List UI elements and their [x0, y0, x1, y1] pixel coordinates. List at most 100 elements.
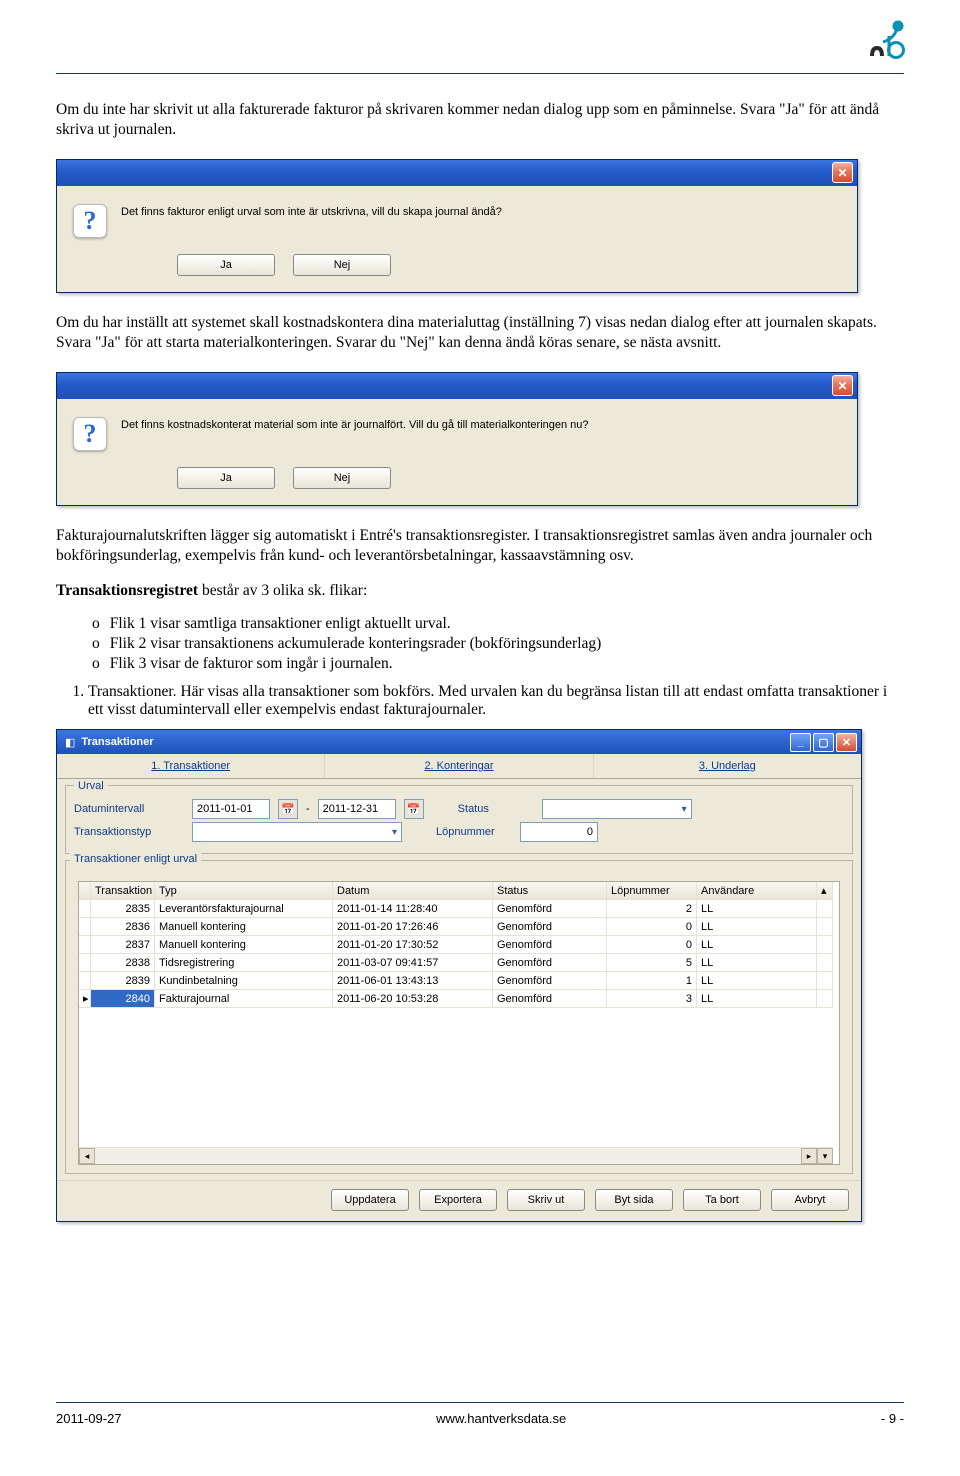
cell-id[interactable]: 2838	[91, 954, 155, 972]
dialog-material-konto: ✕ ? Det finns kostnadskonterat material …	[56, 372, 858, 506]
cell-status[interactable]: Genomförd	[493, 918, 607, 936]
cell-id[interactable]: 2837	[91, 936, 155, 954]
col-status[interactable]: Status	[493, 882, 607, 900]
bytsida-button[interactable]: Byt sida	[595, 1189, 673, 1211]
footer-page: - 9 -	[881, 1411, 904, 1426]
chevron-down-icon: ▾	[392, 827, 397, 838]
cell-lop[interactable]: 0	[607, 918, 697, 936]
question-icon: ?	[73, 417, 107, 451]
question-icon: ?	[73, 204, 107, 238]
dialog-message: Det finns kostnadskonterat material som …	[121, 417, 841, 431]
minimize-icon[interactable]: _	[790, 733, 811, 752]
row-selector[interactable]: ▸	[79, 990, 91, 1008]
row-gutter	[79, 936, 91, 954]
dialog-print-journal: ✕ ? Det finns fakturor enligt urval som …	[56, 159, 858, 293]
cell-id[interactable]: 2836	[91, 918, 155, 936]
calendar-icon[interactable]: 📅	[404, 799, 424, 819]
cell-typ[interactable]: Tidsregistrering	[155, 954, 333, 972]
table-whitespace	[79, 1008, 833, 1148]
footer-date: 2011-09-27	[56, 1411, 122, 1426]
cell-user[interactable]: LL	[697, 936, 817, 954]
cell-status[interactable]: Genomförd	[493, 972, 607, 990]
paragraph-1: Om du inte har skrivit ut alla fakturera…	[56, 100, 904, 141]
cell-id[interactable]: 2835	[91, 900, 155, 918]
cell-status[interactable]: Genomförd	[493, 954, 607, 972]
scroll-left-icon[interactable]: ◂	[79, 1148, 95, 1164]
cell-datum[interactable]: 2011-01-20 17:30:52	[333, 936, 493, 954]
tab-transaktioner[interactable]: 1. Transaktioner	[57, 754, 325, 778]
calendar-icon[interactable]: 📅	[278, 799, 298, 819]
yes-button[interactable]: Ja	[177, 254, 275, 276]
no-button[interactable]: Nej	[293, 467, 391, 489]
avbryt-button[interactable]: Avbryt	[771, 1189, 849, 1211]
yes-button[interactable]: Ja	[177, 467, 275, 489]
cell-user[interactable]: LL	[697, 972, 817, 990]
skrivut-button[interactable]: Skriv ut	[507, 1189, 585, 1211]
cell-lop[interactable]: 1	[607, 972, 697, 990]
cell-user[interactable]: LL	[697, 990, 817, 1008]
close-icon[interactable]: ✕	[832, 375, 853, 396]
status-select[interactable]: ▾	[542, 799, 692, 819]
cell-typ[interactable]: Leverantörsfakturajournal	[155, 900, 333, 918]
horizontal-scrollbar[interactable]: ◂ ▸ ▾	[79, 1148, 833, 1164]
cell-datum[interactable]: 2011-01-14 11:28:40	[333, 900, 493, 918]
scroll-down-icon[interactable]: ▾	[817, 1148, 833, 1164]
chevron-down-icon: ▾	[682, 804, 687, 815]
row-gutter	[79, 918, 91, 936]
tab-underlag[interactable]: 3. Underlag	[594, 754, 861, 778]
label-datum: Datumintervall	[74, 803, 184, 815]
cell-id[interactable]: 2839	[91, 972, 155, 990]
cell-typ[interactable]: Fakturajournal	[155, 990, 333, 1008]
col-datum[interactable]: Datum	[333, 882, 493, 900]
cell-status[interactable]: Genomförd	[493, 936, 607, 954]
cell-typ[interactable]: Kundinbetalning	[155, 972, 333, 990]
tab-konteringar[interactable]: 2. Konteringar	[325, 754, 593, 778]
scroll-track[interactable]	[95, 1148, 801, 1164]
dialog-message: Det finns fakturor enligt urval som inte…	[121, 204, 841, 218]
vscroll-cell	[817, 954, 833, 972]
cell-datum[interactable]: 2011-01-20 17:26:46	[333, 918, 493, 936]
uppdatera-button[interactable]: Uppdatera	[331, 1189, 409, 1211]
label-lopnr: Löpnummer	[436, 826, 512, 838]
row-gutter	[79, 954, 91, 972]
typ-select[interactable]: ▾	[192, 822, 402, 842]
cell-datum[interactable]: 2011-03-07 09:41:57	[333, 954, 493, 972]
cell-user[interactable]: LL	[697, 918, 817, 936]
close-icon[interactable]: ✕	[832, 162, 853, 183]
lopnr-input[interactable]: 0	[520, 822, 598, 842]
cell-datum[interactable]: 2011-06-01 13:43:13	[333, 972, 493, 990]
row-gutter	[79, 972, 91, 990]
col-lopnr[interactable]: Löpnummer	[607, 882, 697, 900]
cell-datum[interactable]: 2011-06-20 10:53:28	[333, 990, 493, 1008]
exportera-button[interactable]: Exportera	[419, 1189, 497, 1211]
col-transaktion[interactable]: Transaktion	[91, 882, 155, 900]
col-user[interactable]: Användare	[697, 882, 817, 900]
date-to-input[interactable]: 2011-12-31	[318, 799, 396, 819]
dash: -	[306, 803, 310, 815]
col-typ[interactable]: Typ	[155, 882, 333, 900]
cell-lop[interactable]: 0	[607, 936, 697, 954]
bullet-1: Flik 1 visar samtliga transaktioner enli…	[92, 615, 904, 633]
window-button-row: Uppdatera Exportera Skriv ut Byt sida Ta…	[57, 1180, 861, 1221]
cell-typ[interactable]: Manuell kontering	[155, 918, 333, 936]
close-icon[interactable]: ✕	[836, 733, 857, 752]
table-legend: Transaktioner enligt urval	[70, 853, 201, 865]
cell-lop[interactable]: 5	[607, 954, 697, 972]
trans-intro-rest: består av 3 olika sk. flikar:	[198, 582, 367, 599]
cell-typ[interactable]: Manuell kontering	[155, 936, 333, 954]
flik-bullets: Flik 1 visar samtliga transaktioner enli…	[92, 615, 904, 673]
scroll-right-icon[interactable]: ▸	[801, 1148, 817, 1164]
cell-user[interactable]: LL	[697, 954, 817, 972]
maximize-icon[interactable]: ▢	[813, 733, 834, 752]
cell-lop[interactable]: 3	[607, 990, 697, 1008]
cell-user[interactable]: LL	[697, 900, 817, 918]
page-header	[56, 18, 904, 74]
cell-lop[interactable]: 2	[607, 900, 697, 918]
cell-status[interactable]: Genomförd	[493, 900, 607, 918]
tabort-button[interactable]: Ta bort	[683, 1189, 761, 1211]
no-button[interactable]: Nej	[293, 254, 391, 276]
date-from-input[interactable]: 2011-01-01	[192, 799, 270, 819]
tabs: 1. Transaktioner 2. Konteringar 3. Under…	[57, 754, 861, 779]
cell-status[interactable]: Genomförd	[493, 990, 607, 1008]
cell-id[interactable]: 2840	[91, 990, 155, 1008]
